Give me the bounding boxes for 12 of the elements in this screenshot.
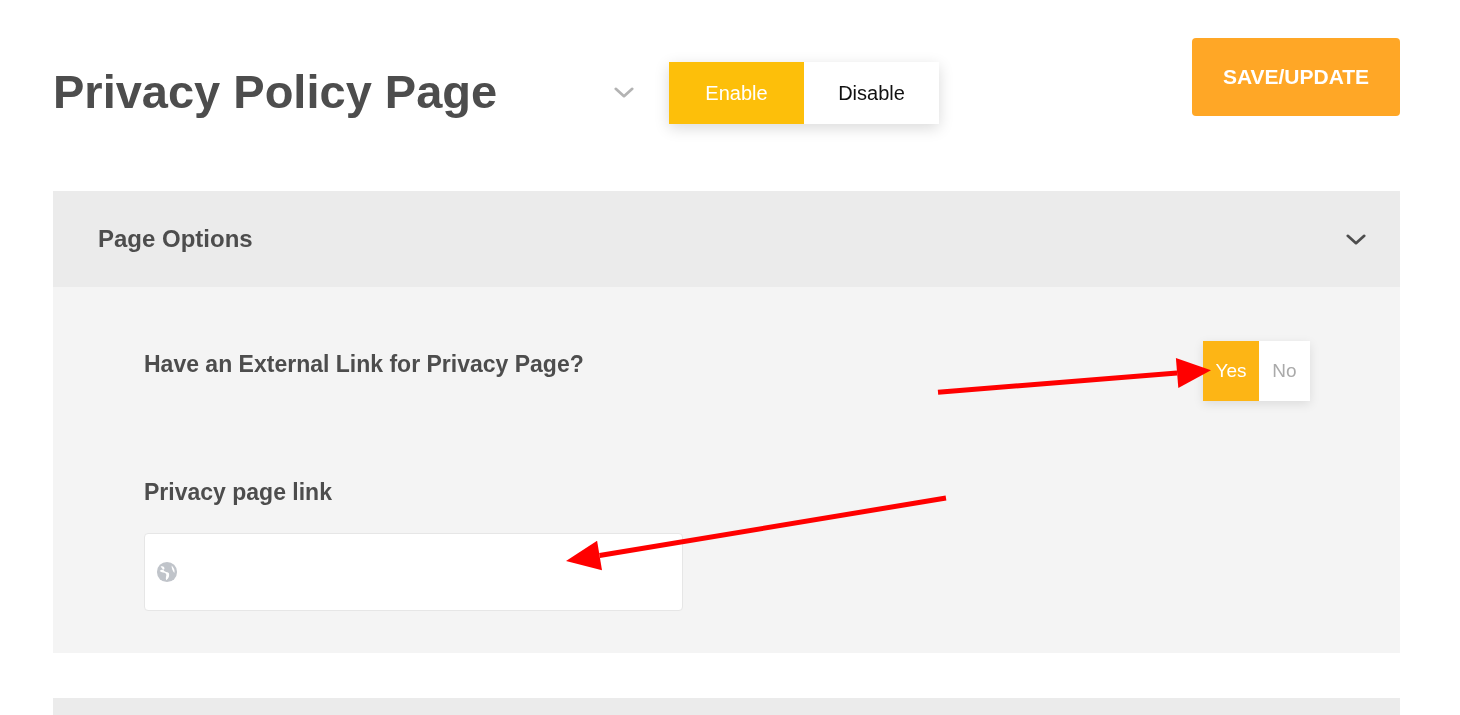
yes-no-option[interactable]: Yes <box>1203 341 1259 401</box>
panel-header[interactable]: Page Options <box>53 191 1400 287</box>
save-button[interactable]: SAVE/UPDATE <box>1192 38 1400 116</box>
panel-title: Page Options <box>98 224 253 254</box>
globe-icon <box>156 560 178 583</box>
input-field[interactable] <box>144 532 683 611</box>
field-label: Privacy page link <box>144 478 333 507</box>
yes-no-option[interactable]: No <box>1259 341 1310 401</box>
status-toggle-option[interactable]: Enable <box>669 62 804 124</box>
field-label: Have an External Link for Privacy Page? <box>144 350 584 379</box>
chevron-down-icon[interactable] <box>1345 232 1367 246</box>
status-toggle-option[interactable]: Disable <box>804 62 939 124</box>
